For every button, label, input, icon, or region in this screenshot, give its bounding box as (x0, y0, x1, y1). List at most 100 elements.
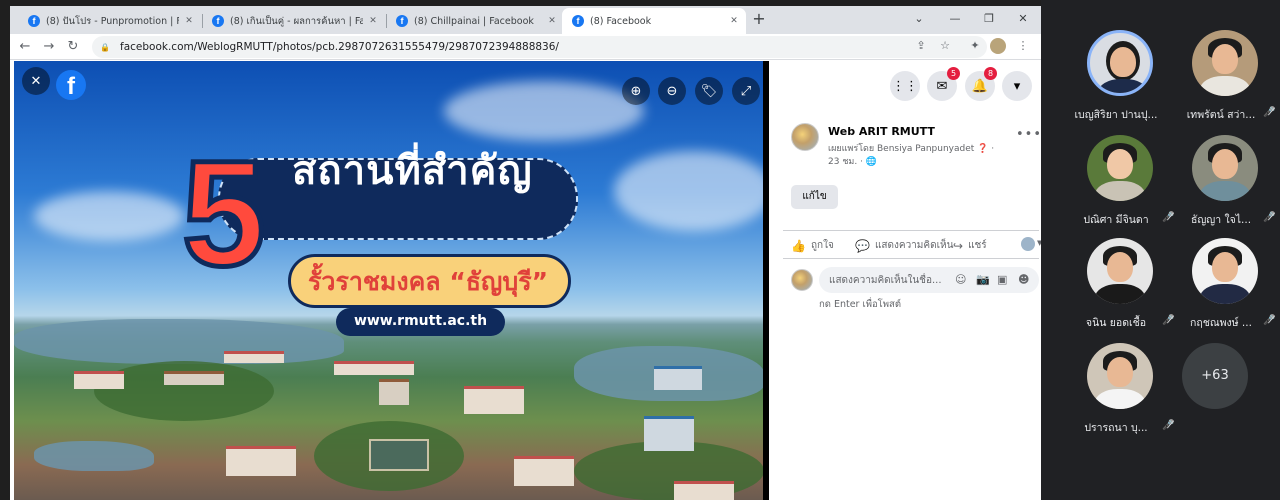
tab-close-icon[interactable]: ✕ (183, 16, 195, 26)
extensions-icon[interactable]: ✦ (966, 37, 984, 55)
participant-name: เทพรัตน์ สว่า... (1186, 109, 1256, 121)
comment-button[interactable]: 💬 แสดงความคิดเห็น (855, 238, 953, 253)
reaction-identity-avatar[interactable] (1021, 237, 1035, 251)
comment-icon: 💬 (855, 238, 870, 253)
published-by-text: เผยแพร่โดย Bensiya Panpunyadet (828, 144, 975, 154)
bookmark-star-icon[interactable]: ☆ (936, 37, 954, 55)
avatar-body (1200, 181, 1250, 201)
post-side-panel: ⋮⋮ ✉ 5 🔔 8 ▾ Web ARIT RMUTT เผยแพร่โดย B… (769, 61, 1041, 500)
new-tab-button[interactable]: + (751, 11, 767, 27)
tab-title: (8) เกินเป็นคู่ - ผลการค้นหา | Facebook (230, 15, 363, 27)
participant-tile[interactable]: ปณิศา มีจินดา 🎤̸ (1064, 135, 1182, 235)
participant-tile[interactable]: ธัญญา ใจไ... 🎤̸ (1169, 135, 1280, 235)
camera-icon[interactable]: 📷 (976, 273, 990, 286)
participant-tile[interactable]: กฤชณพงษ์ ... 🎤̸ (1169, 238, 1280, 338)
info-icon[interactable]: ❓ · (977, 144, 994, 154)
participant-avatar (1192, 30, 1258, 96)
comment-input[interactable] (829, 267, 949, 293)
profile-avatar[interactable] (990, 38, 1006, 54)
banner-number: 5 (179, 129, 267, 297)
participant-name: ธัญญา ใจไ... (1190, 214, 1252, 226)
emoji-icon[interactable]: ☺ (955, 273, 966, 286)
messenger-badge: 5 (947, 67, 960, 80)
participant-name: ปรารถนา บุ... (1084, 422, 1148, 434)
like-button[interactable]: 👍 ถูกใจ (791, 238, 834, 253)
post-published-by: เผยแพร่โดย Bensiya Panpunyadet ❓ · (828, 141, 994, 155)
post-options-icon[interactable]: ••• (1016, 127, 1041, 142)
browser-menu-icon[interactable]: ⋮ (1014, 37, 1032, 55)
share-label: แชร์ (968, 240, 987, 251)
forward-button[interactable]: → (40, 38, 58, 56)
avatar-face (1212, 149, 1238, 179)
participant-avatar (1087, 238, 1153, 304)
facebook-favicon-icon: f (28, 15, 40, 27)
minimize-button[interactable]: — (945, 10, 965, 28)
participant-tile[interactable]: เทพรัตน์ สว่า... 🎤̸ (1169, 30, 1280, 130)
lock-icon[interactable]: 🔒 (100, 43, 110, 52)
facebook-logo-icon[interactable]: f (56, 70, 86, 100)
zoom-in-icon[interactable]: ⊕ (622, 77, 650, 105)
close-window-button[interactable]: ✕ (1013, 10, 1033, 28)
participant-tile[interactable]: จนิน ยอดเชื้อ 🎤̸ (1064, 238, 1182, 338)
tab-search-results[interactable]: f (8) เกินเป็นคู่ - ผลการค้นหา | Faceboo… (202, 8, 385, 34)
restore-button[interactable]: ❐ (979, 10, 999, 28)
building (164, 371, 224, 385)
avatar-body (1200, 284, 1250, 304)
muted-mic-icon: 🎤̸ (1263, 212, 1276, 223)
comment-box[interactable]: ☺ 📷 ▣ ☻ (819, 267, 1039, 293)
share-page-icon[interactable]: ⇪ (912, 37, 930, 55)
building (674, 481, 734, 500)
tag-icon[interactable]: 🏷 (695, 77, 723, 105)
cloud (614, 151, 763, 231)
participant-name: เบญสิริยา ปานปุ... (1074, 109, 1158, 121)
banner-title: สถานที่สำคัญ (292, 147, 533, 194)
account-dropdown-icon[interactable]: ▾ (1002, 71, 1032, 101)
share-icon: ↪ (953, 238, 964, 253)
enter-to-post-hint: กด Enter เพื่อโพสต์ (819, 299, 902, 310)
tab-search-chevron-icon[interactable]: ⌄ (909, 10, 929, 28)
close-photo-button[interactable]: ✕ (22, 67, 50, 95)
tab-title: (8) Facebook (590, 15, 652, 27)
zoom-out-icon[interactable]: ⊖ (658, 77, 686, 105)
participant-avatar (1192, 238, 1258, 304)
avatar-face (1212, 252, 1238, 282)
avatar-face (1107, 252, 1133, 282)
banner-url: www.rmutt.ac.th (353, 313, 488, 329)
back-button[interactable]: ← (16, 38, 34, 56)
url-text: facebook.com/WeblogRMUTT/photos/pcb.2987… (120, 41, 559, 53)
menu-grid-icon[interactable]: ⋮⋮ (890, 71, 920, 101)
muted-mic-icon: 🎤̸ (1263, 107, 1276, 118)
avatar-face (1107, 149, 1133, 179)
tab-chillpainai[interactable]: f (8) Chillpainai | Facebook ✕ (386, 8, 564, 34)
edit-button[interactable]: แก้ไข (791, 185, 838, 209)
address-bar[interactable]: 🔒 facebook.com/WeblogRMUTT/photos/pcb.29… (92, 36, 987, 58)
gif-icon[interactable]: ▣ (997, 273, 1007, 286)
commenter-avatar (791, 269, 813, 291)
tab-punpromotion[interactable]: f (8) ปันโปร - Punpromotion | Facebook ✕ (18, 8, 201, 34)
post-time-text[interactable]: 23 ชม. · (828, 157, 863, 167)
divider (783, 258, 1039, 259)
building (226, 446, 296, 476)
browser-window: f (8) ปันโปร - Punpromotion | Facebook ✕… (10, 6, 1041, 500)
tab-close-icon[interactable]: ✕ (728, 16, 740, 26)
tab-close-icon[interactable]: ✕ (546, 16, 558, 26)
post-author[interactable]: Web ARIT RMUTT (828, 125, 935, 138)
muted-mic-icon: 🎤̸ (1263, 315, 1276, 326)
reload-button[interactable]: ↻ (64, 38, 82, 56)
tab-facebook-active[interactable]: f (8) Facebook ✕ (562, 8, 746, 34)
meeting-participants-panel: เบญสิริยา ปานปุ... เทพรัตน์ สว่า... 🎤̸ ป… (1041, 0, 1280, 500)
fullscreen-icon[interactable]: ⤢ (732, 77, 760, 105)
tab-close-icon[interactable]: ✕ (367, 16, 379, 26)
page-avatar[interactable] (791, 123, 819, 151)
participant-tile[interactable]: ปรารถนา บุ... 🎤̸ (1064, 343, 1182, 443)
muted-mic-icon: 🎤̸ (1162, 420, 1175, 431)
more-participants-button[interactable]: +63 (1182, 343, 1248, 409)
share-button[interactable]: ↪ แชร์ (953, 238, 987, 253)
participant-name: จนิน ยอดเชื้อ (1085, 317, 1147, 329)
sticker-icon[interactable]: ☻ (1018, 273, 1029, 286)
avatar-face (1107, 357, 1133, 387)
participant-tile[interactable]: เบญสิริยา ปานปุ... (1064, 30, 1182, 130)
participant-avatar (1087, 343, 1153, 409)
avatar-body (1095, 181, 1145, 201)
comment-label: แสดงความคิดเห็น (874, 240, 954, 251)
